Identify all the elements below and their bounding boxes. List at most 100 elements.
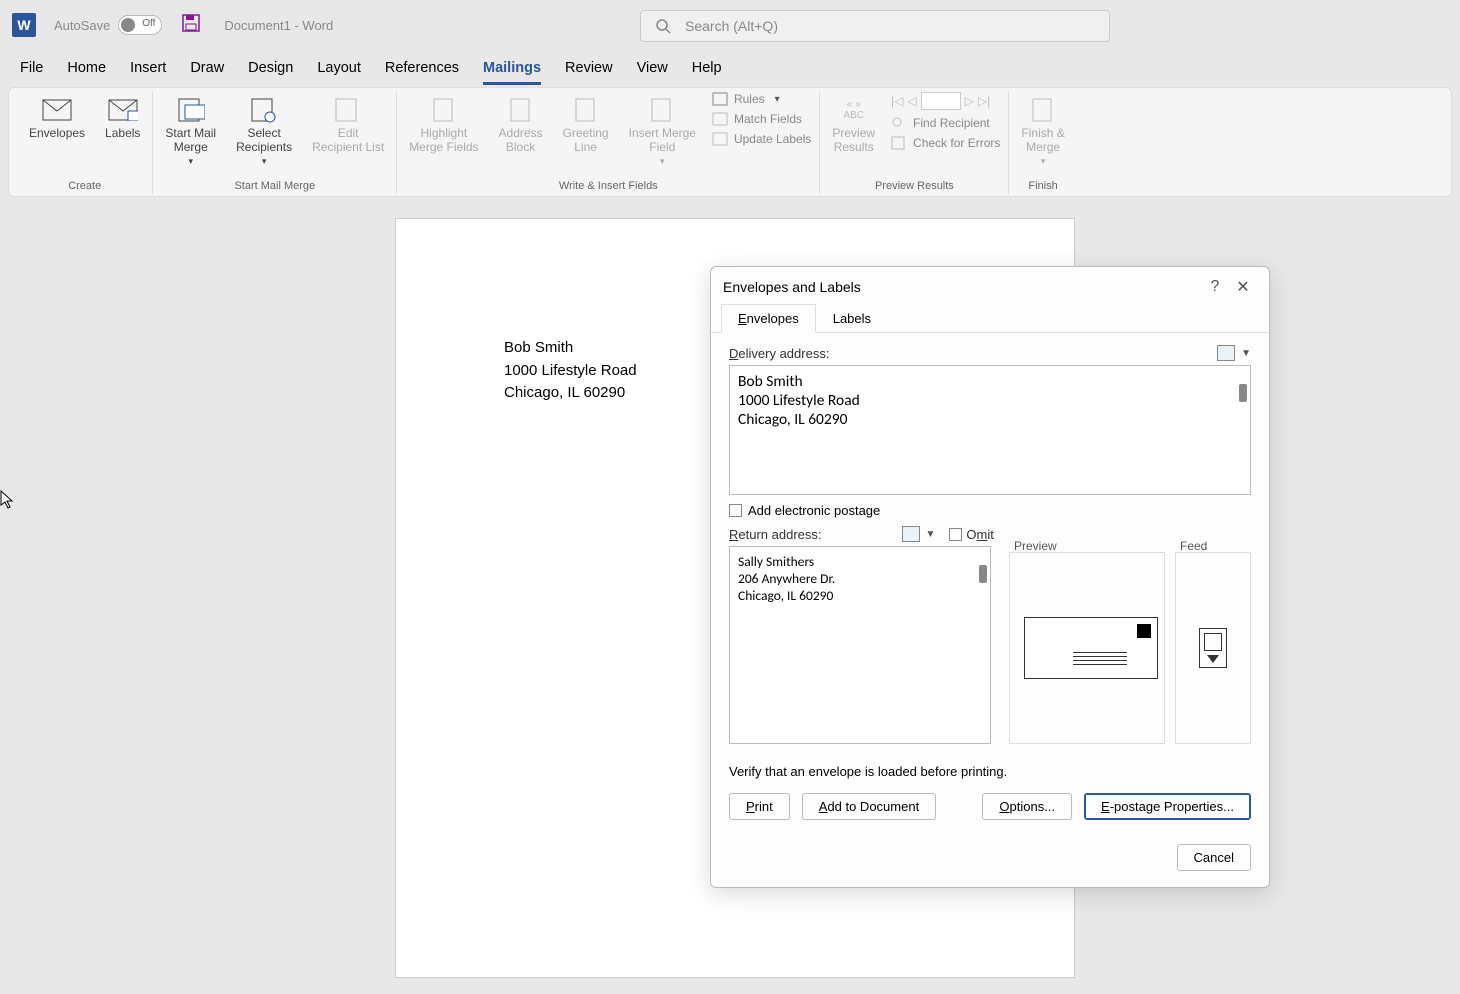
chevron-down-icon[interactable]: ▼: [1241, 348, 1251, 359]
dialog-help-button[interactable]: ?: [1201, 278, 1229, 296]
envelopes-labels-dialog: Envelopes and Labels ? ✕ Envelopes Label…: [710, 266, 1270, 888]
dialog-tab-envelopes[interactable]: Envelopes: [721, 304, 816, 333]
highlight-merge-button: HighlightMerge Fields: [405, 92, 482, 158]
group-label-finish: Finish: [1028, 178, 1057, 194]
save-icon[interactable]: [182, 14, 200, 37]
tab-references[interactable]: References: [385, 54, 459, 85]
highlight-label: HighlightMerge Fields: [409, 126, 478, 154]
ribbon-group-preview: « »ABCPreviewResults |◁ ◁ ▷ ▷| Find Reci…: [820, 92, 1009, 194]
rules-icon: [712, 92, 728, 106]
labels-label: Labels: [105, 126, 140, 140]
print-button[interactable]: Print: [729, 793, 790, 820]
find-icon: [891, 116, 907, 130]
omit-checkbox[interactable]: [949, 528, 962, 541]
return-address-label-row: Return address: ▼ Omit: [729, 526, 1251, 542]
labels-icon: [107, 96, 139, 124]
return-address-value: Sally Smithers206 Anywhere Dr.Chicago, I…: [738, 553, 982, 604]
ribbon-tabs: File Home Insert Draw Design Layout Refe…: [0, 50, 1460, 85]
address-block-icon: [505, 96, 537, 124]
check-icon: [891, 136, 907, 150]
ribbon-group-start: Start MailMerge ▾ SelectRecipients ▾ Edi…: [153, 92, 397, 194]
group-label-preview: Preview Results: [875, 178, 954, 194]
find-recipient-label: Find Recipient: [913, 116, 990, 130]
delivery-address-book-button[interactable]: [1217, 345, 1235, 361]
select-recipients-button[interactable]: SelectRecipients ▾: [232, 92, 296, 171]
group-label-write: Write & Insert Fields: [559, 178, 658, 194]
match-fields-icon: [712, 112, 728, 126]
return-address-book-button[interactable]: [902, 526, 920, 542]
next-record-button: ▷: [965, 94, 974, 108]
find-recipient-button: Find Recipient: [891, 116, 1000, 130]
search-placeholder: Search (Alt+Q): [685, 18, 778, 34]
electronic-postage-label: Add electronic postage: [748, 503, 880, 518]
update-labels-button: Update Labels: [712, 132, 811, 146]
insert-merge-field-button: Insert MergeField▾: [625, 92, 700, 171]
tab-layout[interactable]: Layout: [317, 54, 361, 85]
preview-results-button: « »ABCPreviewResults: [828, 92, 879, 158]
group-label-start: Start Mail Merge: [234, 178, 315, 194]
ribbon-group-write: HighlightMerge Fields AddressBlock Greet…: [397, 92, 820, 194]
dialog-tabs: Envelopes Labels: [711, 303, 1269, 333]
tab-draw[interactable]: Draw: [190, 54, 224, 85]
record-number-input: [921, 92, 961, 110]
delivery-address-textarea[interactable]: Bob Smith1000 Lifestyle RoadChicago, IL …: [729, 365, 1251, 495]
options-button[interactable]: Options...: [982, 793, 1072, 820]
tab-insert[interactable]: Insert: [130, 54, 166, 85]
cancel-button[interactable]: Cancel: [1177, 844, 1251, 871]
feed-preview-box[interactable]: Feed: [1175, 552, 1251, 744]
select-recipients-icon: [248, 96, 280, 124]
envelope-preview-box[interactable]: Preview: [1009, 552, 1165, 744]
tab-help[interactable]: Help: [692, 54, 722, 85]
add-to-document-button[interactable]: Add to Document: [802, 793, 936, 820]
preview-results-label: PreviewResults: [832, 126, 875, 154]
first-record-button: |◁: [891, 94, 903, 108]
scrollbar-thumb[interactable]: [1239, 384, 1247, 402]
check-errors-button: Check for Errors: [891, 136, 1000, 150]
mouse-cursor-icon: [0, 490, 16, 510]
finish-merge-label: Finish &Merge: [1021, 126, 1064, 154]
tab-mailings[interactable]: Mailings: [483, 54, 541, 85]
finish-icon: [1027, 96, 1059, 124]
tab-design[interactable]: Design: [248, 54, 293, 85]
tab-file[interactable]: File: [20, 54, 43, 85]
match-fields-button: Match Fields: [712, 112, 811, 126]
tab-home[interactable]: Home: [67, 54, 106, 85]
check-errors-label: Check for Errors: [913, 136, 1000, 150]
epostage-properties-button[interactable]: E-postage Properties...: [1084, 793, 1251, 820]
envelopes-button[interactable]: Envelopes: [25, 92, 89, 144]
autosave-toggle[interactable]: Off: [118, 15, 162, 35]
delivery-address-label: Delivery address: ▼: [729, 345, 1251, 361]
return-address-textarea[interactable]: Sally Smithers206 Anywhere Dr.Chicago, I…: [729, 546, 991, 744]
insert-merge-icon: [646, 96, 678, 124]
titlebar: W AutoSave Off Document1 - Word Search (…: [0, 0, 1460, 50]
insert-merge-label: Insert MergeField: [629, 126, 696, 154]
start-mail-merge-button[interactable]: Start MailMerge ▾: [161, 92, 220, 171]
update-labels-icon: [712, 132, 728, 146]
dialog-close-button[interactable]: ✕: [1229, 277, 1257, 297]
dialog-tab-labels[interactable]: Labels: [816, 304, 888, 333]
edit-recipient-icon: [332, 96, 364, 124]
finish-merge-button: Finish &Merge▾: [1017, 92, 1068, 171]
rules-button[interactable]: Rules▾: [712, 92, 811, 106]
greeting-line-button: GreetingLine: [559, 92, 613, 158]
group-label-create: Create: [68, 178, 101, 194]
electronic-postage-checkbox[interactable]: [729, 504, 742, 517]
dialog-title: Envelopes and Labels: [723, 279, 861, 295]
autosave-state: Off: [142, 18, 155, 29]
chevron-down-icon[interactable]: ▼: [926, 529, 936, 540]
search-icon: [655, 18, 671, 34]
toggle-knob: [121, 18, 135, 32]
select-recipients-label: SelectRecipients: [236, 126, 292, 154]
dialog-titlebar: Envelopes and Labels ? ✕: [711, 267, 1269, 303]
match-fields-label: Match Fields: [734, 112, 802, 126]
ribbon-group-create: Envelopes Labels Create: [17, 92, 153, 194]
search-box[interactable]: Search (Alt+Q): [640, 10, 1110, 42]
ribbon-group-finish: Finish &Merge▾ Finish: [1009, 92, 1076, 194]
edit-recipient-button: EditRecipient List: [308, 92, 388, 158]
tab-review[interactable]: Review: [565, 54, 613, 85]
scrollbar-thumb[interactable]: [979, 565, 987, 583]
autosave-label: AutoSave: [54, 18, 110, 33]
tab-view[interactable]: View: [637, 54, 668, 85]
word-app-icon: W: [12, 13, 36, 37]
labels-button[interactable]: Labels: [101, 92, 144, 144]
